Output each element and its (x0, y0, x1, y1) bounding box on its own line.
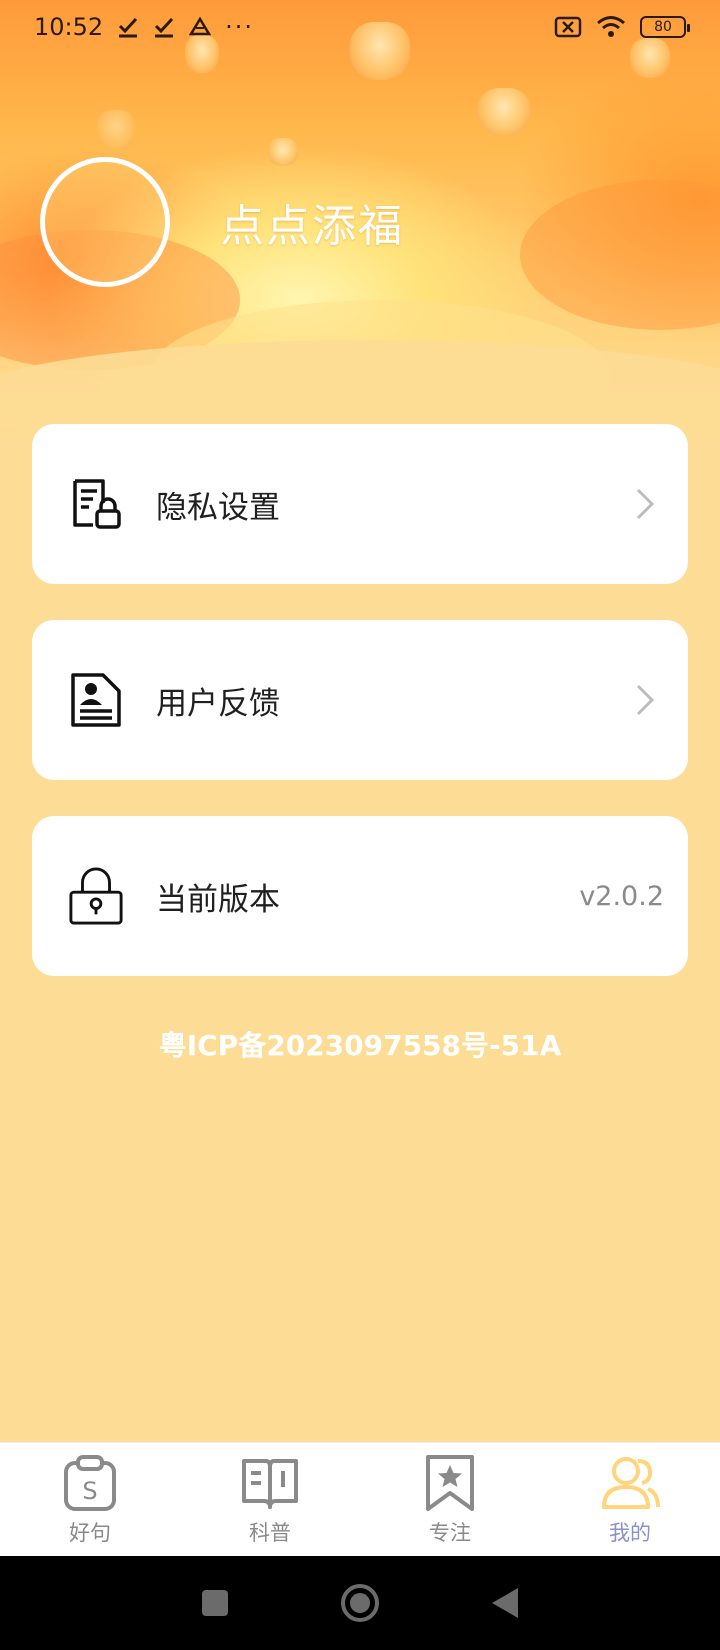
privacy-settings-item[interactable]: 隐私设置 (32, 424, 688, 584)
users-icon (602, 1457, 660, 1509)
tab-label: 专注 (429, 1521, 471, 1545)
current-version-item: 当前版本 v2.0.2 (32, 816, 688, 976)
wifi-icon (597, 16, 625, 37)
recents-button-icon[interactable] (200, 1588, 230, 1618)
home-button-icon[interactable] (340, 1583, 380, 1623)
download-done-icon (119, 17, 138, 38)
profile-header-background: 10:52 ··· 80 点点添福 (0, 0, 720, 440)
tab-wode[interactable]: 我的 (540, 1443, 720, 1556)
icp-record-text[interactable]: 粤ICP备2023097558号-51A (0, 1024, 720, 1064)
battery-icon: 80 (640, 16, 690, 38)
privacy-document-lock-icon (68, 476, 124, 532)
system-navigation-bar (0, 1556, 720, 1650)
tab-zhuanzhu[interactable]: 专注 (360, 1443, 540, 1556)
status-time: 10:52 (34, 13, 104, 41)
tab-label: 科普 (249, 1521, 291, 1545)
back-button-icon[interactable] (490, 1586, 520, 1620)
tab-haoju[interactable]: S 好句 (0, 1443, 180, 1556)
clipboard-s-icon: S (64, 1455, 116, 1511)
avatar[interactable] (40, 157, 170, 287)
menu-item-label: 用户反馈 (156, 685, 280, 722)
user-feedback-item[interactable]: 用户反馈 (32, 620, 688, 780)
svg-text:S: S (82, 1477, 97, 1505)
more-dots-icon: ··· (225, 13, 255, 41)
open-book-icon (242, 1459, 298, 1509)
download-done-icon (155, 17, 174, 38)
tab-label: 我的 (609, 1521, 651, 1545)
drive-icon (189, 16, 212, 36)
tab-label: 好句 (69, 1521, 111, 1545)
tab-kepu[interactable]: 科普 (180, 1443, 360, 1556)
no-sim-icon (554, 16, 582, 38)
chevron-right-icon (636, 488, 655, 520)
menu-item-label: 当前版本 (156, 881, 280, 918)
chevron-right-icon (636, 684, 655, 716)
padlock-icon (68, 867, 124, 925)
bottom-tab-bar: S 好句 科普 专注 我的 (0, 1442, 720, 1556)
menu-item-label: 隐私设置 (156, 489, 280, 526)
status-bar: 10:52 ··· 80 (0, 0, 720, 54)
app-name: 点点添福 (220, 201, 404, 252)
feedback-document-icon (68, 672, 124, 728)
version-value: v2.0.2 (579, 880, 664, 912)
bookmark-star-icon (426, 1455, 474, 1511)
